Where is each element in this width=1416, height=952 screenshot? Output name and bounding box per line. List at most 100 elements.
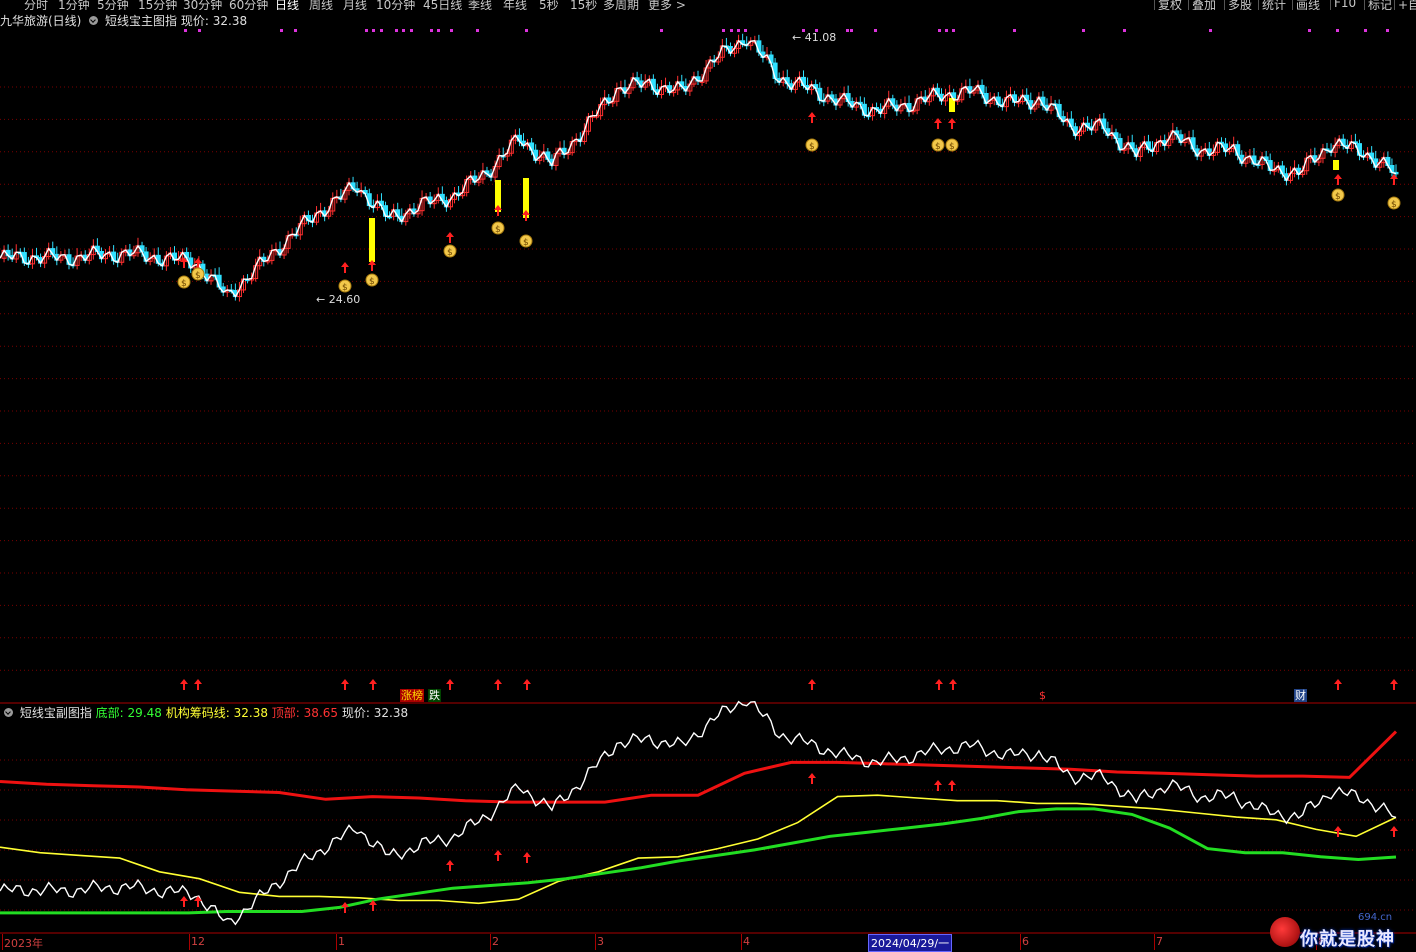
sub-top-line (0, 730, 1398, 804)
watermark-text: 你就是股神 (1300, 929, 1395, 950)
sub-grid (0, 759, 1416, 911)
signal-dot (744, 29, 747, 32)
sub-indicator-name[interactable]: 短线宝副图指 (20, 706, 92, 720)
axis-tick (1154, 934, 1155, 950)
bottom-arrow-icon (935, 679, 943, 690)
tool-button-6[interactable]: 标记 (1368, 0, 1392, 10)
tool-separator (1188, 0, 1189, 10)
signal-dot (1082, 29, 1085, 32)
indicator-dropdown-icon[interactable] (89, 16, 99, 25)
sub-buy-arrow-icon (494, 850, 502, 861)
signal-dot (430, 29, 433, 32)
period-tab-14[interactable]: 15秒 (570, 0, 597, 10)
bottom-arrow-icon (494, 679, 502, 690)
money-bag-glyph: $ (1335, 192, 1341, 202)
limit-up-tag: 涨榜 (400, 689, 424, 702)
sub-buy-arrow-icon (1334, 826, 1342, 837)
signal-bar (1333, 160, 1339, 170)
cursor-date-box: 2024/04/29/一 (868, 934, 953, 952)
period-tab-2[interactable]: 5分钟 (97, 0, 129, 10)
money-bag-glyph: $ (369, 277, 375, 287)
tool-button-1[interactable]: 叠加 (1192, 0, 1216, 10)
watermark: 694.cn 你就是股神 (1266, 911, 1416, 951)
period-tab-12[interactable]: 年线 (503, 0, 527, 10)
money-bag-glyph: $ (523, 238, 529, 248)
top-value: 38.65 (303, 706, 339, 720)
bottom-label: 底部: (95, 706, 124, 720)
money-bag-glyph: $ (935, 142, 941, 152)
signal-dot (850, 29, 853, 32)
period-tab-15[interactable]: 多周期 (603, 0, 639, 10)
tool-separator (1154, 0, 1155, 10)
tool-button-2[interactable]: 多股 (1228, 0, 1252, 10)
sub-buy-arrow-icon (446, 860, 454, 871)
axis-label: 2 (492, 935, 499, 948)
axis-label: 2023年 (4, 937, 43, 950)
chart-canvas[interactable]: $ $ $ $ $ $ $ $ $ $ $ $ ← 41.08 ← 24.60 (0, 0, 1416, 951)
signal-dot (938, 29, 941, 32)
period-tab-5[interactable]: 60分钟 (229, 0, 268, 10)
signal-marks: $ $ $ $ $ $ $ $ $ $ $ $ (177, 112, 1401, 293)
buy-arrow-icon (808, 112, 816, 123)
main-indicator-name[interactable]: 短线宝主图指 (105, 14, 177, 28)
sub-buy-arrow-icon (523, 852, 531, 863)
money-bag-glyph: $ (195, 271, 201, 281)
purple-dot-row (184, 29, 1389, 32)
buy-arrow-icon (1390, 174, 1398, 185)
candlesticks[interactable] (1, 33, 1399, 302)
period-tab-0[interactable]: 分时 (24, 0, 48, 10)
axis-tick (490, 934, 491, 950)
tool-button-3[interactable]: 统计 (1262, 0, 1286, 10)
tool-button-0[interactable]: 复权 (1158, 0, 1182, 10)
axis-label: 4 (743, 935, 750, 948)
main-panel-header: 九华旅游(日线) 短线宝主图指 现价: 32.38 (0, 12, 247, 30)
fall-tag: 跌 (428, 689, 441, 702)
axis-label: 3 (597, 935, 604, 948)
signal-bar (369, 218, 375, 262)
signal-dot (1336, 29, 1339, 32)
watermark-site: 694.cn (1358, 912, 1393, 923)
sub-indicator-dropdown-icon[interactable] (4, 708, 13, 717)
period-tab-9[interactable]: 10分钟 (376, 0, 415, 10)
signal-dot (395, 29, 398, 32)
sub-buy-arrow-icon (1390, 826, 1398, 837)
period-tab-10[interactable]: 45日线 (423, 0, 462, 10)
signal-dot (1308, 29, 1311, 32)
signal-dot (450, 29, 453, 32)
signal-dot (874, 29, 877, 32)
period-tab-8[interactable]: 月线 (343, 0, 367, 10)
sub-price-label: 现价: (341, 706, 370, 720)
price-label: 现价: (180, 14, 209, 28)
tool-button-5[interactable]: F10 (1334, 0, 1356, 10)
sub-bottom-line (0, 807, 1397, 915)
bottom-arrow-icon (180, 679, 188, 690)
signal-dot (1123, 29, 1126, 32)
period-tab-7[interactable]: 周线 (309, 0, 333, 10)
tool-button-4[interactable]: 画线 (1296, 0, 1320, 10)
axis-label: 6 (1022, 935, 1029, 948)
bottom-arrow-icon (341, 679, 349, 690)
axis-label: 1 (338, 935, 345, 948)
sub-buy-arrow-icon (934, 780, 942, 791)
period-tab-6[interactable]: 日线 (275, 0, 299, 10)
money-bag-glyph: $ (495, 225, 501, 235)
tool-button-7[interactable]: +自 (1398, 0, 1416, 10)
axis-tick (595, 934, 596, 950)
signal-dot (294, 29, 297, 32)
period-tab-4[interactable]: 30分钟 (183, 0, 222, 10)
money-bag-glyph: $ (809, 142, 815, 152)
period-tab-16[interactable]: 更多 > (648, 0, 686, 10)
period-tab-11[interactable]: 季线 (468, 0, 492, 10)
signal-dot (410, 29, 413, 32)
bottom-arrow-icon (808, 679, 816, 690)
money-bag-glyph: $ (447, 248, 453, 258)
period-tab-13[interactable]: 5秒 (539, 0, 559, 10)
bottom-arrow-icon (949, 679, 957, 690)
buy-arrow-icon (446, 232, 454, 243)
axis-tick (741, 934, 742, 950)
period-tab-3[interactable]: 15分钟 (138, 0, 177, 10)
bottom-arrow-icon (446, 679, 454, 690)
tool-separator (1224, 0, 1225, 10)
period-tab-1[interactable]: 1分钟 (58, 0, 90, 10)
main-bottom-arrows (180, 679, 1398, 690)
